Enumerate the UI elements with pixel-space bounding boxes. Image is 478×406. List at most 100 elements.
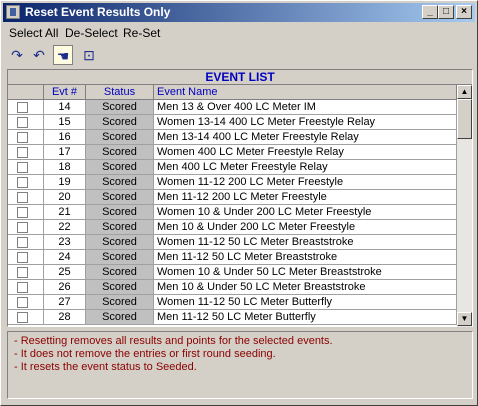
open-folder-icon[interactable]: ⊡: [79, 45, 99, 65]
row-checkbox-cell[interactable]: [8, 100, 44, 115]
event-name: Women 11-12 50 LC Meter Breaststroke: [154, 235, 457, 250]
menu-de-select[interactable]: De-Select: [65, 26, 118, 40]
checkbox[interactable]: [17, 267, 28, 278]
event-number: 18: [44, 160, 86, 175]
row-checkbox-cell[interactable]: [8, 190, 44, 205]
window-title: Reset Event Results Only: [25, 5, 171, 19]
vertical-scrollbar[interactable]: ▲ ▼: [457, 85, 472, 327]
table-row[interactable]: 16 Scored Men 13-14 400 LC Meter Freesty…: [8, 130, 457, 145]
undo-icon[interactable]: ↶: [29, 45, 49, 65]
header-event-name[interactable]: Event Name: [154, 85, 457, 100]
event-number: 17: [44, 145, 86, 160]
checkbox[interactable]: [17, 252, 28, 263]
event-name: Women 10 & Under 50 LC Meter Breaststrok…: [154, 265, 457, 280]
grid-rows: 14 Scored Men 13 & Over 400 LC Meter IM …: [8, 100, 457, 327]
event-status: Scored: [86, 100, 154, 115]
menu-select-all[interactable]: Select All: [9, 26, 58, 40]
table-row[interactable]: 20 Scored Men 11-12 200 LC Meter Freesty…: [8, 190, 457, 205]
title-bar[interactable]: Reset Event Results Only _ □ ×: [3, 3, 475, 22]
scroll-up-icon[interactable]: ▲: [457, 85, 472, 99]
row-checkbox-cell[interactable]: [8, 265, 44, 280]
table-row[interactable]: 24 Scored Men 11-12 50 LC Meter Breastst…: [8, 250, 457, 265]
select-all-icon[interactable]: ☚: [53, 45, 73, 65]
table-row[interactable]: 19 Scored Women 11-12 200 LC Meter Frees…: [8, 175, 457, 190]
event-number: 23: [44, 235, 86, 250]
table-row[interactable]: 15 Scored Women 13-14 400 LC Meter Frees…: [8, 115, 457, 130]
checkbox[interactable]: [17, 297, 28, 308]
checkbox[interactable]: [17, 177, 28, 188]
event-status: Scored: [86, 295, 154, 310]
checkbox[interactable]: [17, 117, 28, 128]
table-row[interactable]: 23 Scored Women 11-12 50 LC Meter Breast…: [8, 235, 457, 250]
header-status[interactable]: Status: [86, 85, 154, 100]
event-status: Scored: [86, 220, 154, 235]
note-line: - It does not remove the entries or firs…: [14, 348, 276, 360]
checkbox[interactable]: [17, 162, 28, 173]
checkbox[interactable]: [17, 312, 28, 323]
event-number: 16: [44, 130, 86, 145]
note-line: - Resetting removes all results and poin…: [14, 335, 333, 347]
app-icon: [6, 5, 20, 19]
menu-bar: Select All De-Select Re-Set: [3, 23, 475, 42]
minimize-button[interactable]: _: [422, 5, 438, 19]
event-name: Men 13-14 400 LC Meter Freestyle Relay: [154, 130, 457, 145]
table-row[interactable]: 28 Scored Men 11-12 50 LC Meter Butterfl…: [8, 310, 457, 325]
checkbox[interactable]: [17, 222, 28, 233]
event-status: Scored: [86, 145, 154, 160]
event-name: Men 11-12 200 LC Meter Freestyle: [154, 190, 457, 205]
event-status: Scored: [86, 130, 154, 145]
table-row[interactable]: 18 Scored Men 400 LC Meter Freestyle Rel…: [8, 160, 457, 175]
row-checkbox-cell[interactable]: [8, 205, 44, 220]
event-name: Women 11-12 200 LC Meter Freestyle: [154, 175, 457, 190]
event-number: 27: [44, 295, 86, 310]
checkbox[interactable]: [17, 207, 28, 218]
event-name: Women 10 & Under 200 LC Meter Freestyle: [154, 205, 457, 220]
menu-re-set[interactable]: Re-Set: [123, 26, 160, 40]
event-list-grid: EVENT LIST Evt # Status Event Name 14 Sc…: [7, 69, 473, 327]
event-status: Scored: [86, 250, 154, 265]
maximize-button[interactable]: □: [438, 5, 454, 19]
row-checkbox-cell[interactable]: [8, 295, 44, 310]
event-name: Men 13 & Over 400 LC Meter IM: [154, 100, 457, 115]
redo-icon[interactable]: ↷: [7, 45, 27, 65]
row-checkbox-cell[interactable]: [8, 130, 44, 145]
checkbox[interactable]: [17, 132, 28, 143]
table-row[interactable]: 25 Scored Women 10 & Under 50 LC Meter B…: [8, 265, 457, 280]
event-number: 22: [44, 220, 86, 235]
event-number: 20: [44, 190, 86, 205]
event-status: Scored: [86, 205, 154, 220]
row-checkbox-cell[interactable]: [8, 250, 44, 265]
event-status: Scored: [86, 280, 154, 295]
table-row[interactable]: 14 Scored Men 13 & Over 400 LC Meter IM: [8, 100, 457, 115]
row-checkbox-cell[interactable]: [8, 235, 44, 250]
table-row[interactable]: 21 Scored Women 10 & Under 200 LC Meter …: [8, 205, 457, 220]
close-button[interactable]: ×: [456, 5, 472, 19]
row-checkbox-cell[interactable]: [8, 220, 44, 235]
table-row[interactable]: 17 Scored Women 400 LC Meter Freestyle R…: [8, 145, 457, 160]
table-row[interactable]: 26 Scored Men 10 & Under 50 LC Meter Bre…: [8, 280, 457, 295]
checkbox[interactable]: [17, 282, 28, 293]
row-checkbox-cell[interactable]: [8, 310, 44, 325]
scroll-thumb[interactable]: [457, 99, 472, 139]
header-check: [8, 85, 44, 100]
event-status: Scored: [86, 190, 154, 205]
table-row[interactable]: 22 Scored Men 10 & Under 200 LC Meter Fr…: [8, 220, 457, 235]
checkbox[interactable]: [17, 147, 28, 158]
checkbox[interactable]: [17, 237, 28, 248]
row-checkbox-cell[interactable]: [8, 115, 44, 130]
event-number: 25: [44, 265, 86, 280]
event-number: 28: [44, 310, 86, 325]
event-number: 21: [44, 205, 86, 220]
row-checkbox-cell[interactable]: [8, 145, 44, 160]
event-name: Men 11-12 50 LC Meter Breaststroke: [154, 250, 457, 265]
event-number: 19: [44, 175, 86, 190]
event-status: Scored: [86, 265, 154, 280]
row-checkbox-cell[interactable]: [8, 175, 44, 190]
checkbox[interactable]: [17, 102, 28, 113]
checkbox[interactable]: [17, 192, 28, 203]
header-evt[interactable]: Evt #: [44, 85, 86, 100]
row-checkbox-cell[interactable]: [8, 160, 44, 175]
scroll-down-icon[interactable]: ▼: [457, 312, 472, 326]
table-row[interactable]: 27 Scored Women 11-12 50 LC Meter Butter…: [8, 295, 457, 310]
row-checkbox-cell[interactable]: [8, 280, 44, 295]
